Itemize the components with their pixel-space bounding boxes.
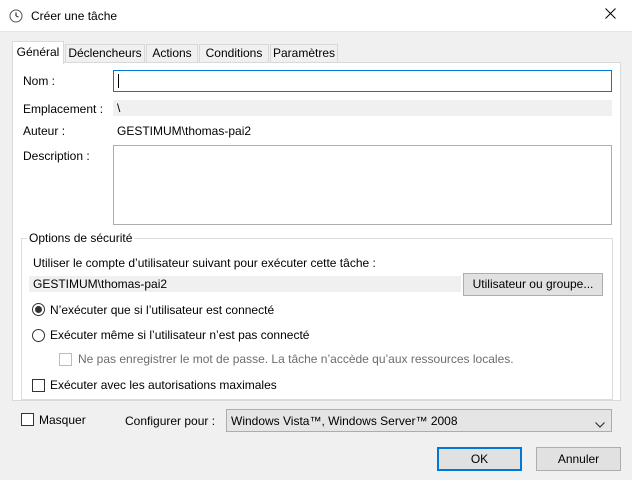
- highest-privileges-label: Exécuter avec les autorisations maximale…: [50, 378, 277, 392]
- name-input[interactable]: [113, 70, 612, 92]
- radio-selected-dot: [35, 306, 42, 313]
- configure-for-label: Configurer pour :: [125, 414, 216, 428]
- tab-actions[interactable]: Actions: [146, 44, 198, 63]
- security-options-title: Options de sécurité: [27, 231, 135, 245]
- security-options-group: Options de sécurité Utiliser le compte d…: [21, 231, 613, 400]
- no-store-password-label: Ne pas enregistrer le mot de passe. La t…: [78, 352, 514, 366]
- radio-run-only-logged-on[interactable]: [32, 303, 45, 316]
- close-button[interactable]: [588, 0, 632, 30]
- tab-label: Conditions: [205, 46, 263, 60]
- location-label: Emplacement :: [23, 102, 104, 116]
- tab-triggers[interactable]: Déclencheurs: [65, 44, 145, 63]
- account-prompt: Utiliser le compte d’utilisateur suivant…: [33, 256, 376, 270]
- title-bar: Créer une tâche: [0, 0, 632, 32]
- tab-label: Déclencheurs: [68, 46, 142, 60]
- user-or-group-button[interactable]: Utilisateur ou groupe...: [463, 273, 603, 296]
- clock-icon: [9, 9, 23, 23]
- text-caret: [118, 74, 119, 88]
- close-icon: [604, 8, 616, 22]
- chevron-down-icon: [595, 417, 605, 431]
- user-or-group-label: Utilisateur ou groupe...: [472, 277, 594, 291]
- window-title: Créer une tâche: [31, 9, 118, 23]
- ok-button[interactable]: OK: [437, 447, 522, 471]
- tab-label: Paramètres: [272, 46, 336, 60]
- tab-label: Actions: [152, 46, 192, 60]
- general-panel: Nom : Emplacement : \ Auteur : GESTIMUM\…: [12, 62, 621, 401]
- radio-run-whether-logged-on-label: Exécuter même si l’utilisateur n’est pas…: [50, 328, 310, 342]
- description-label: Description :: [23, 149, 90, 163]
- highest-privileges-checkbox[interactable]: [32, 379, 45, 392]
- tab-conditions[interactable]: Conditions: [199, 44, 269, 63]
- hidden-checkbox[interactable]: [21, 413, 34, 426]
- radio-run-only-logged-on-label: N’exécuter que si l’utilisateur est conn…: [50, 303, 275, 317]
- no-store-password-checkbox[interactable]: [59, 353, 72, 366]
- tab-settings[interactable]: Paramètres: [270, 44, 338, 63]
- account-value: GESTIMUM\thomas-pai2: [29, 276, 461, 292]
- location-value: \: [113, 100, 612, 116]
- configure-for-value: Windows Vista™, Windows Server™ 2008: [231, 414, 458, 428]
- author-value: GESTIMUM\thomas-pai2: [117, 124, 252, 138]
- ok-label: OK: [470, 452, 489, 466]
- author-label: Auteur :: [23, 124, 66, 138]
- cancel-button[interactable]: Annuler: [536, 447, 621, 471]
- tab-label: Général: [16, 45, 60, 59]
- hidden-label: Masquer: [39, 413, 86, 427]
- radio-run-whether-logged-on[interactable]: [32, 329, 45, 342]
- cancel-label: Annuler: [557, 452, 600, 466]
- configure-for-select[interactable]: Windows Vista™, Windows Server™ 2008: [226, 409, 612, 432]
- description-textarea[interactable]: [113, 145, 612, 225]
- tab-general[interactable]: Général: [12, 41, 64, 64]
- name-label: Nom :: [23, 74, 56, 88]
